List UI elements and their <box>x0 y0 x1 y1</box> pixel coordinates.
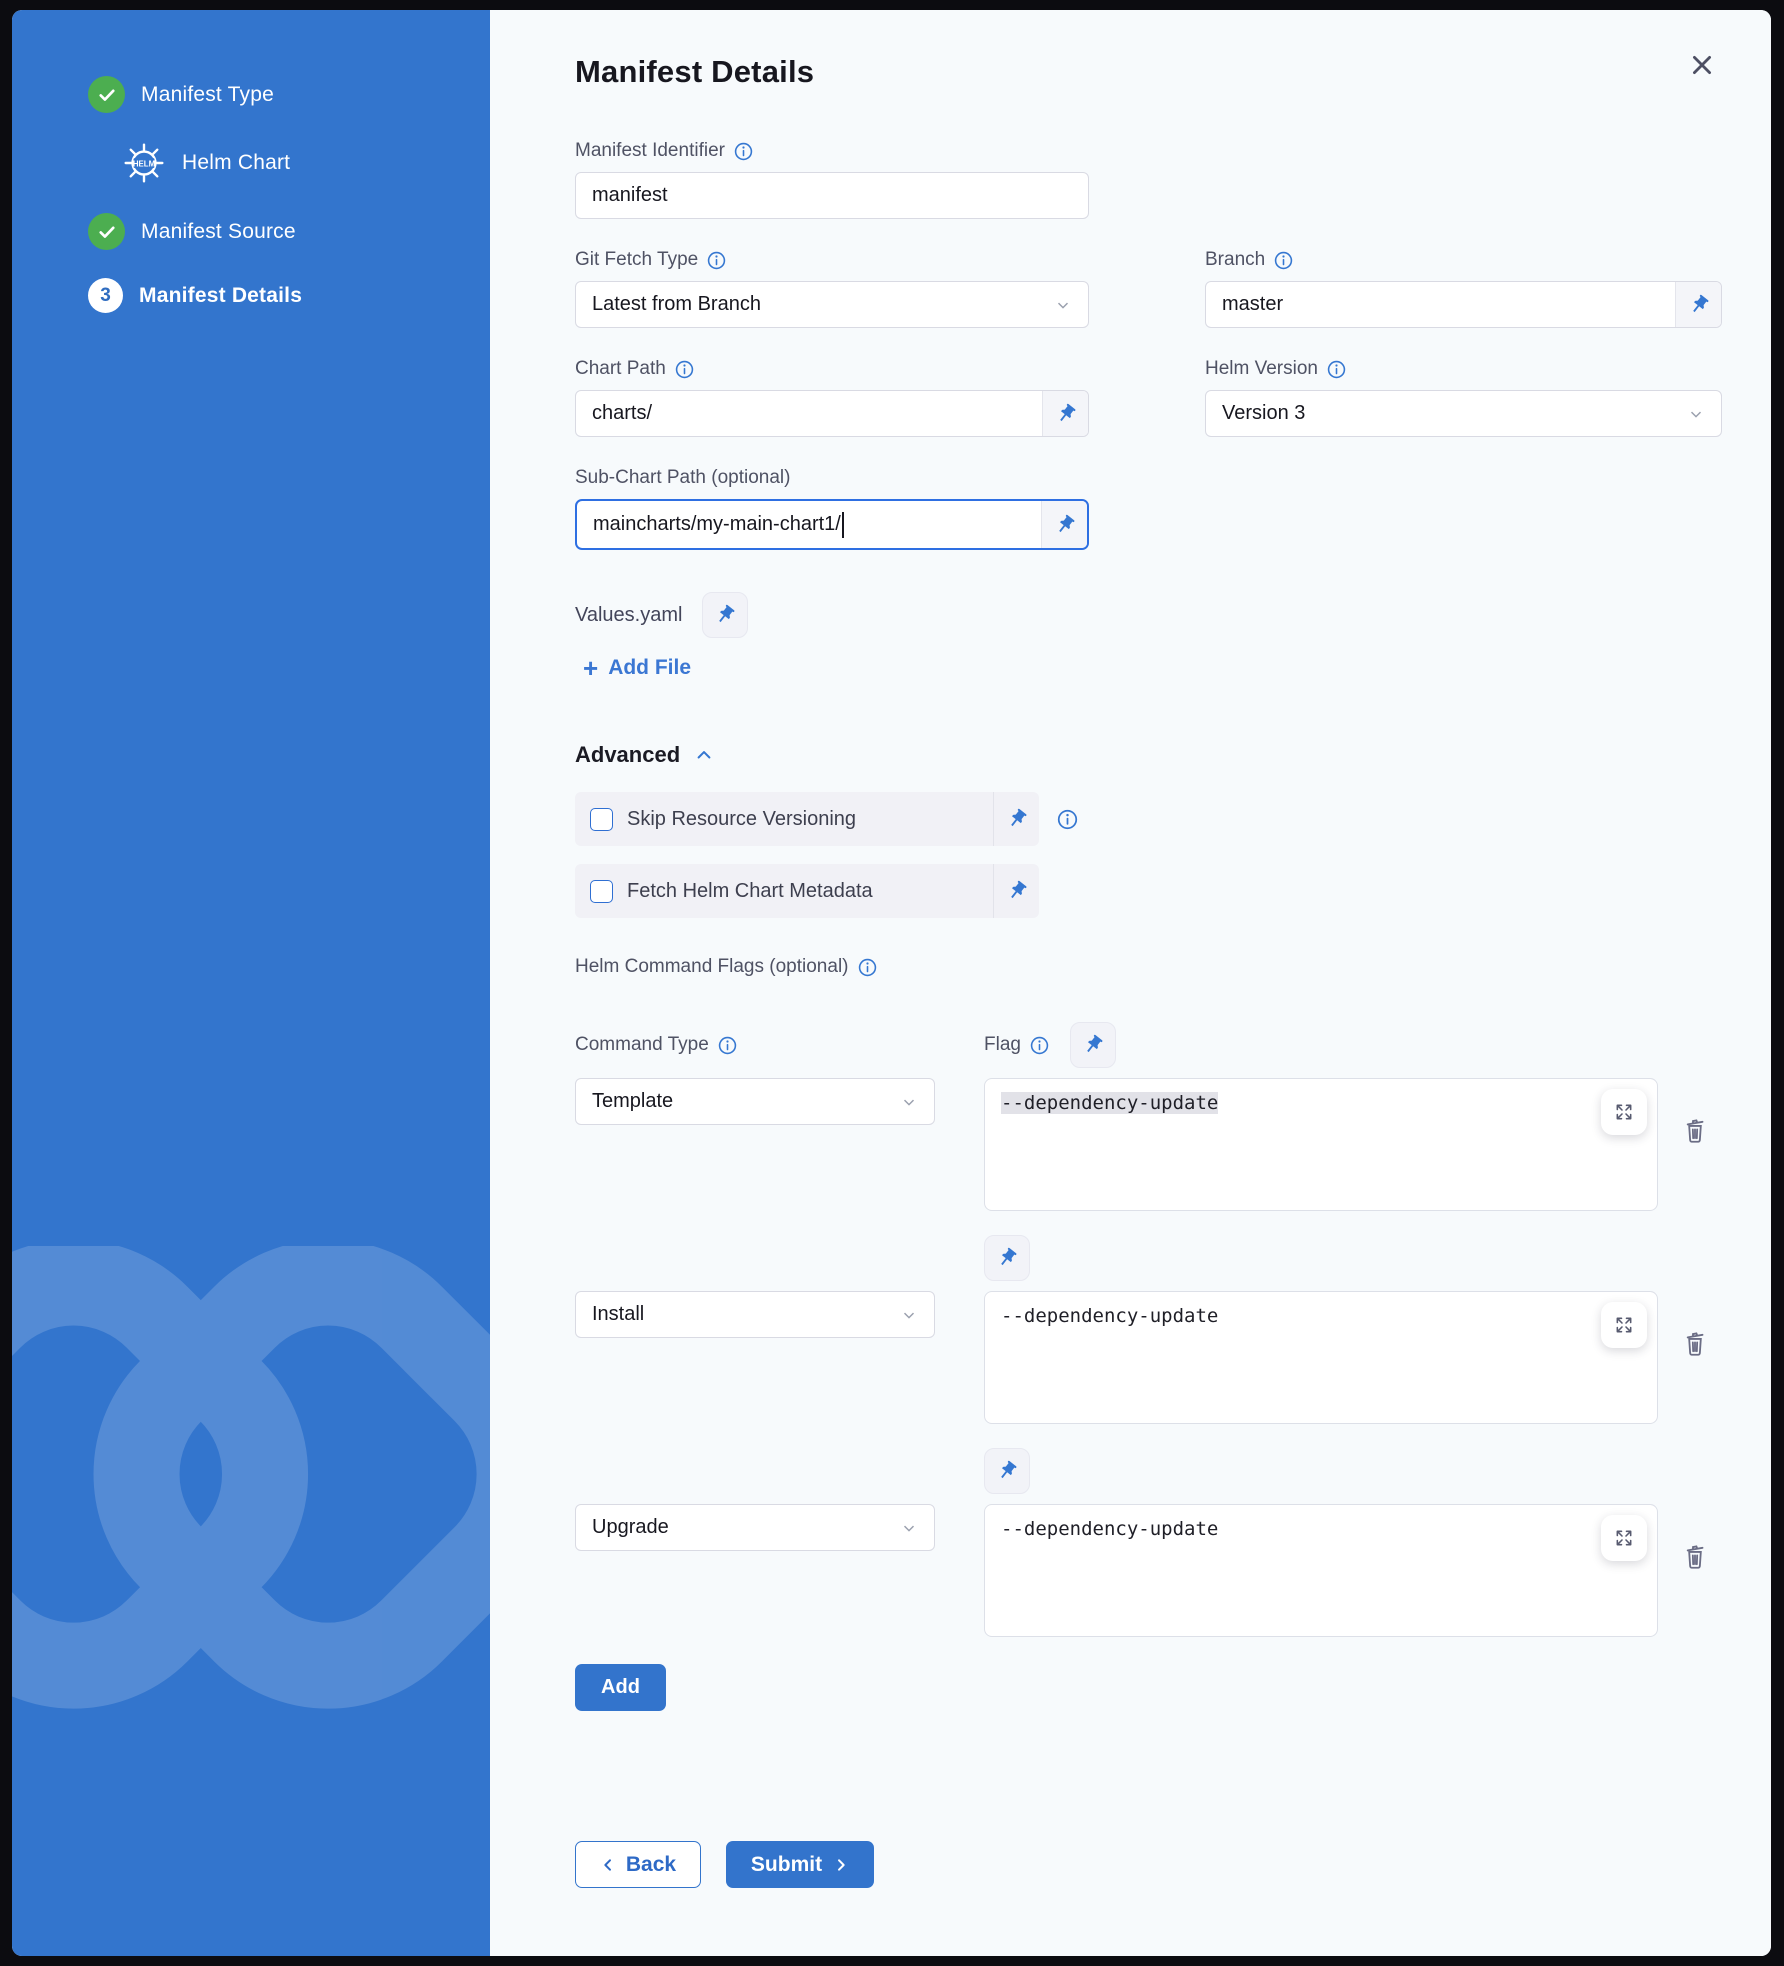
helm-icon: HELM <box>122 141 166 185</box>
flag-textarea[interactable]: --dependency-update <box>984 1504 1658 1637</box>
step-number-badge: 3 <box>88 278 123 313</box>
step-label: Manifest Details <box>139 284 302 308</box>
manifest-wizard-modal: Manifest Type <box>12 10 1771 1956</box>
close-icon[interactable] <box>1685 48 1719 82</box>
git-fetch-type-label: Git Fetch Type <box>575 249 1089 271</box>
flag-textarea[interactable]: --dependency-update <box>984 1078 1658 1211</box>
helm-version-label: Helm Version <box>1205 358 1722 380</box>
selected-flag-text: --dependency-update <box>1001 1092 1218 1114</box>
fetch-helm-chart-metadata-row: Fetch Helm Chart Metadata <box>575 864 1039 918</box>
sub-chart-path-label: Sub-Chart Path (optional) <box>575 467 1722 489</box>
info-icon[interactable] <box>1057 809 1078 830</box>
sidebar-item-helm-chart[interactable]: HELM Helm Chart <box>88 141 490 185</box>
branch-input[interactable]: master <box>1206 282 1675 327</box>
command-type-select[interactable]: Template <box>575 1078 935 1125</box>
step-label: Manifest Type <box>141 83 274 107</box>
info-icon[interactable] <box>675 360 694 379</box>
chevron-down-icon <box>900 1306 918 1324</box>
flag-textarea[interactable]: --dependency-update <box>984 1291 1658 1424</box>
delete-icon[interactable] <box>1682 1542 1708 1575</box>
command-type-select[interactable]: Upgrade <box>575 1504 935 1551</box>
chart-path-input-group: charts/ <box>575 390 1089 437</box>
back-button[interactable]: Back <box>575 1841 701 1888</box>
delete-icon[interactable] <box>1682 1116 1708 1149</box>
info-icon[interactable] <box>858 958 877 977</box>
check-icon <box>88 213 125 250</box>
manifest-identifier-label: Manifest Identifier <box>575 140 1722 162</box>
flag-row-upgrade: Upgrade --dependency-update <box>575 1504 1722 1637</box>
expand-icon[interactable] <box>1601 1089 1647 1135</box>
add-file-button[interactable]: + Add File <box>583 656 1722 680</box>
chevron-down-icon <box>900 1519 918 1537</box>
brand-watermark-logo <box>12 1246 490 1886</box>
flag-label: Flag <box>984 1022 1116 1068</box>
chevron-down-icon <box>1687 405 1705 423</box>
flag-row-template: Template --dependency-update <box>575 1078 1722 1211</box>
delete-icon[interactable] <box>1682 1329 1708 1362</box>
svg-text:HELM: HELM <box>133 159 156 168</box>
pin-icon[interactable] <box>1675 282 1721 327</box>
info-icon[interactable] <box>707 251 726 270</box>
step-label: Helm Chart <box>182 151 290 175</box>
pin-icon[interactable] <box>702 592 748 638</box>
pin-icon[interactable] <box>1070 1022 1116 1068</box>
sidebar-item-manifest-type[interactable]: Manifest Type <box>88 76 490 113</box>
modal-overlay: Manifest Type <box>0 0 1784 1966</box>
pin-icon[interactable] <box>993 792 1039 846</box>
pin-icon[interactable] <box>1042 391 1088 436</box>
check-icon <box>88 76 125 113</box>
info-icon[interactable] <box>1030 1036 1049 1055</box>
manifest-identifier-input[interactable]: manifest <box>575 172 1089 219</box>
text-cursor <box>842 512 844 538</box>
chevron-up-icon <box>694 745 714 765</box>
sub-chart-path-input[interactable]: maincharts/my-main-chart1/ <box>577 501 1041 548</box>
chevron-right-icon <box>833 1857 849 1873</box>
chevron-down-icon <box>1054 296 1072 314</box>
plus-icon: + <box>583 658 598 678</box>
branch-label: Branch <box>1205 249 1722 271</box>
command-type-select[interactable]: Install <box>575 1291 935 1338</box>
info-icon[interactable] <box>1327 360 1346 379</box>
pin-icon[interactable] <box>984 1448 1030 1494</box>
pin-icon[interactable] <box>1041 501 1087 548</box>
info-icon[interactable] <box>734 142 753 161</box>
pin-icon[interactable] <box>993 864 1039 918</box>
manifest-details-panel: Manifest Details Manifest Identifier man… <box>490 10 1771 1956</box>
skip-resource-versioning-checkbox[interactable] <box>590 808 613 831</box>
fetch-helm-chart-metadata-checkbox[interactable] <box>590 880 613 903</box>
sidebar-item-manifest-details[interactable]: 3 Manifest Details <box>88 278 490 313</box>
values-file-label: Values.yaml <box>575 604 682 627</box>
sub-chart-path-input-group: maincharts/my-main-chart1/ <box>575 499 1089 550</box>
wizard-sidebar: Manifest Type <box>12 10 490 1956</box>
expand-icon[interactable] <box>1601 1515 1647 1561</box>
command-type-label: Command Type <box>575 1034 935 1068</box>
skip-resource-versioning-row: Skip Resource Versioning <box>575 792 1039 846</box>
advanced-section-toggle[interactable]: Advanced <box>575 742 1722 768</box>
flag-row-install: Install --dependency-update <box>575 1291 1722 1424</box>
info-icon[interactable] <box>718 1036 737 1055</box>
add-flag-button[interactable]: Add <box>575 1664 666 1711</box>
expand-icon[interactable] <box>1601 1302 1647 1348</box>
page-title: Manifest Details <box>575 54 1722 90</box>
helm-version-select[interactable]: Version 3 <box>1205 390 1722 437</box>
chart-path-label: Chart Path <box>575 358 1089 380</box>
info-icon[interactable] <box>1274 251 1293 270</box>
chart-path-input[interactable]: charts/ <box>576 391 1042 436</box>
sidebar-item-manifest-source[interactable]: Manifest Source <box>88 213 490 250</box>
submit-button[interactable]: Submit <box>726 1841 874 1888</box>
git-fetch-type-select[interactable]: Latest from Branch <box>575 281 1089 328</box>
step-label: Manifest Source <box>141 220 296 244</box>
chevron-down-icon <box>900 1093 918 1111</box>
pin-icon[interactable] <box>984 1235 1030 1281</box>
chevron-left-icon <box>600 1857 616 1873</box>
helm-command-flags-label: Helm Command Flags (optional) <box>575 956 1722 978</box>
branch-input-group: master <box>1205 281 1722 328</box>
